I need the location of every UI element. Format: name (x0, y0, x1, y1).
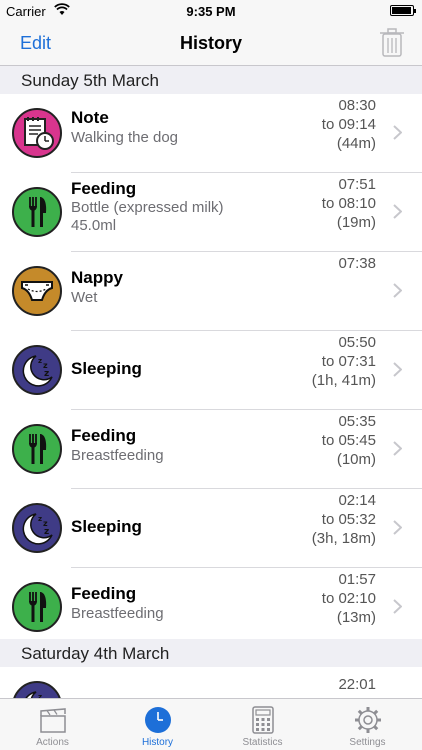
history-row-feeding[interactable]: Feeding Bottle (expressed milk) 45.0ml 0… (0, 173, 422, 252)
row-time: 07:38 (338, 254, 376, 273)
end-time: to 09:14 (321, 116, 376, 133)
row-time: 22:01 (338, 675, 376, 694)
start-time: 07:38 (338, 255, 376, 272)
history-list: z z 22:01 (0, 667, 422, 698)
row-subtitle: Walking the dog (71, 129, 179, 146)
chevron-right-icon (393, 204, 402, 219)
svg-text:z: z (38, 515, 42, 523)
row-subtitle: Breastfeeding (71, 447, 164, 464)
duration: (1h, 41m) (311, 372, 376, 389)
tab-actions[interactable]: Actions (0, 699, 105, 750)
start-time: 22:01 (338, 676, 376, 693)
chevron-right-icon (393, 362, 402, 377)
clock-icon (145, 707, 171, 733)
row-title: Sleeping (71, 359, 142, 378)
svg-text:z: z (38, 357, 42, 365)
tab-label: Statistics (242, 737, 283, 748)
history-row-sleeping[interactable]: z z z Sleeping 02:14 to 05:32 (3h, 18m) (0, 489, 422, 568)
cutlery-icon (12, 582, 62, 632)
row-title: Nappy (71, 268, 123, 287)
section-header: Saturday 4th March (0, 639, 422, 667)
row-time: 08:30 to 09:14 (44m) (322, 96, 376, 153)
row-time: 05:35 to 05:45 (10m) (322, 412, 376, 469)
navigation-bar: Edit History (0, 22, 422, 66)
row-title: Note (71, 108, 109, 127)
tab-statistics[interactable]: Statistics (210, 699, 315, 750)
nappy-icon (12, 266, 62, 316)
duration: (13m) (336, 609, 376, 626)
row-amount: 45.0ml (71, 217, 117, 234)
end-time: to 02:10 (321, 590, 376, 607)
start-time: 05:35 (338, 413, 376, 430)
status-bar: Carrier 9:35 PM (0, 0, 422, 22)
note-icon (12, 108, 62, 158)
cutlery-icon (12, 187, 62, 237)
status-time: 9:35 PM (186, 4, 236, 19)
row-title: Feeding (71, 179, 137, 198)
duration: (10m) (336, 451, 376, 468)
history-list: Note Walking the dog 08:30 to 09:14 (44m… (0, 94, 422, 647)
row-title: Sleeping (71, 517, 142, 536)
row-subtitle: Wet (71, 289, 98, 306)
tab-bar: Actions History Statistics Settings (0, 698, 422, 750)
chevron-right-icon (393, 125, 402, 140)
start-time: 05:50 (338, 334, 376, 351)
row-time: 02:14 to 05:32 (3h, 18m) (312, 491, 376, 548)
history-row-feeding[interactable]: Feeding Breastfeeding 05:35 to 05:45 (10… (0, 410, 422, 489)
gear-icon (355, 707, 381, 733)
start-time: 07:51 (338, 176, 376, 193)
section-header: Sunday 5th March (0, 66, 422, 94)
end-time: to 05:32 (321, 511, 376, 528)
end-time: to 07:31 (321, 353, 376, 370)
history-row-sleeping[interactable]: z z 22:01 (0, 667, 422, 698)
chevron-right-icon (393, 283, 402, 298)
tab-history[interactable]: History (105, 699, 210, 750)
end-time: to 08:10 (321, 195, 376, 212)
start-time: 08:30 (338, 97, 376, 114)
start-time: 01:57 (338, 571, 376, 588)
chevron-right-icon (393, 520, 402, 535)
duration: (44m) (336, 135, 376, 152)
cutlery-icon (12, 424, 62, 474)
trash-icon[interactable] (380, 28, 404, 58)
clapperboard-icon (40, 708, 66, 733)
row-subtitle: Breastfeeding (71, 605, 164, 622)
tab-label: Actions (36, 737, 69, 748)
tab-settings[interactable]: Settings (315, 699, 420, 750)
moon-icon: z z z (12, 503, 62, 553)
moon-icon: z z (12, 681, 62, 698)
history-row-feeding[interactable]: Feeding Breastfeeding 01:57 to 02:10 (13… (0, 568, 422, 647)
history-row-nappy[interactable]: Nappy Wet 07:38 (0, 252, 422, 331)
row-time: 05:50 to 07:31 (1h, 41m) (312, 333, 376, 390)
page-title: History (179, 33, 242, 53)
duration: (19m) (336, 214, 376, 231)
moon-icon: z z z (12, 345, 62, 395)
battery-icon (390, 5, 416, 16)
calculator-icon (252, 706, 274, 734)
tab-label: History (141, 737, 174, 748)
chevron-right-icon (393, 599, 402, 614)
row-subtitle: Bottle (expressed milk) (71, 199, 224, 216)
row-time: 01:57 to 02:10 (13m) (322, 570, 376, 627)
row-title: Feeding (71, 426, 137, 445)
row-title: Feeding (71, 584, 137, 603)
end-time: to 05:45 (321, 432, 376, 449)
history-row-note[interactable]: Note Walking the dog 08:30 to 09:14 (44m… (0, 94, 422, 173)
row-time: 07:51 to 08:10 (19m) (322, 175, 376, 232)
svg-text:z: z (44, 369, 49, 379)
duration: (3h, 18m) (311, 530, 376, 547)
start-time: 02:14 (338, 492, 376, 509)
tab-label: Settings (349, 737, 386, 748)
history-row-sleeping[interactable]: z z z Sleeping 05:50 to 07:31 (1h, 41m) (0, 331, 422, 410)
chevron-right-icon (393, 441, 402, 456)
svg-text:z: z (44, 527, 49, 537)
